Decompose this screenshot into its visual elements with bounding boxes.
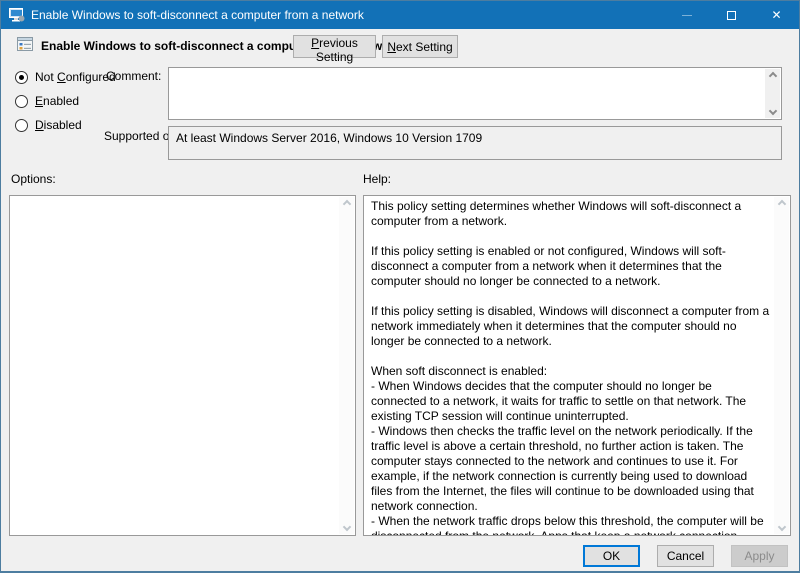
minimize-icon <box>682 15 692 16</box>
supported-on-value: At least Windows Server 2016, Windows 10… <box>176 131 482 145</box>
options-panel <box>9 195 356 536</box>
help-scrollbar[interactable] <box>774 197 789 534</box>
help-label: Help: <box>363 172 391 186</box>
maximize-icon <box>727 11 736 20</box>
help-paragraph: If this policy setting is enabled or not… <box>371 244 770 289</box>
titlebar: Enable Windows to soft-disconnect a comp… <box>1 1 799 29</box>
scroll-down-icon[interactable] <box>342 523 350 531</box>
supported-on-field: At least Windows Server 2016, Windows 10… <box>168 126 782 160</box>
help-paragraph: This policy setting determines whether W… <box>371 199 770 229</box>
scroll-up-icon[interactable] <box>777 200 785 208</box>
comment-input[interactable] <box>168 67 782 120</box>
radio-icon <box>15 119 28 132</box>
radio-label: Enabled <box>35 94 79 108</box>
radio-icon <box>15 71 28 84</box>
policy-setting-icon <box>17 36 34 52</box>
help-panel: This policy setting determines whether W… <box>363 195 791 536</box>
header: Enable Windows to soft-disconnect a comp… <box>1 29 799 63</box>
options-label: Options: <box>11 172 56 186</box>
options-scrollbar[interactable] <box>339 197 354 534</box>
radio-not-configured[interactable]: Not Configured <box>15 70 116 84</box>
scroll-down-icon[interactable] <box>768 107 776 115</box>
close-icon: ✕ <box>771 9 781 21</box>
radio-label: Disabled <box>35 118 82 132</box>
policy-setting-dialog: Enable Windows to soft-disconnect a comp… <box>0 0 800 573</box>
next-setting-button[interactable]: Next Setting <box>382 35 458 58</box>
apply-button: Apply <box>731 545 788 567</box>
radio-label: Not Configured <box>35 70 116 84</box>
radio-disabled[interactable]: Disabled <box>15 118 82 132</box>
maximize-button[interactable] <box>709 1 754 29</box>
scroll-up-icon[interactable] <box>768 72 776 80</box>
help-text[interactable]: This policy setting determines whether W… <box>364 196 775 535</box>
previous-setting-button[interactable]: Previous Setting <box>293 35 376 58</box>
caption-buttons: ✕ <box>664 1 799 29</box>
window-icon <box>9 8 25 22</box>
comment-label: Comment: <box>106 69 161 83</box>
scroll-up-icon[interactable] <box>342 200 350 208</box>
radio-icon <box>15 95 28 108</box>
close-button[interactable]: ✕ <box>754 1 799 29</box>
help-paragraph: If this policy setting is disabled, Wind… <box>371 304 770 349</box>
radio-enabled[interactable]: Enabled <box>15 94 79 108</box>
comment-scrollbar[interactable] <box>765 69 780 118</box>
cancel-button[interactable]: Cancel <box>657 545 714 567</box>
scroll-down-icon[interactable] <box>777 523 785 531</box>
footer-buttons: OK Cancel Apply <box>583 545 788 567</box>
help-paragraph: When soft disconnect is enabled: - When … <box>371 364 770 535</box>
minimize-button[interactable] <box>664 1 709 29</box>
ok-button[interactable]: OK <box>583 545 640 567</box>
window-title: Enable Windows to soft-disconnect a comp… <box>31 8 364 22</box>
